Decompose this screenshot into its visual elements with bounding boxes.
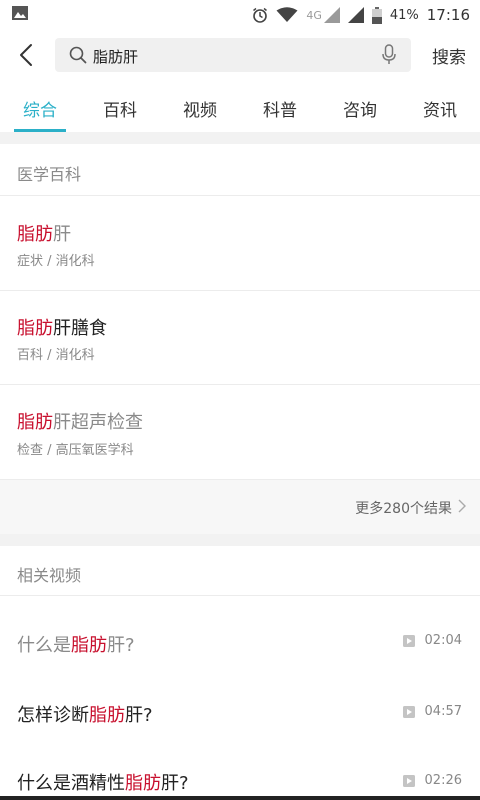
- title-pre: 什么是酒精性: [17, 773, 125, 794]
- back-arrow-icon[interactable]: [14, 40, 40, 70]
- chevron-right-icon: [458, 499, 466, 513]
- tab-consult[interactable]: 咨询: [343, 96, 377, 121]
- divider: [0, 290, 480, 291]
- title-rest: 肝膳食: [53, 318, 107, 339]
- video-meta: 02:04: [402, 633, 462, 648]
- more-results-label: 更多280个结果: [355, 501, 452, 517]
- tab-news[interactable]: 资讯: [423, 96, 457, 121]
- item-title: 脂肪肝膳食: [17, 314, 107, 340]
- search-button[interactable]: 搜索: [432, 43, 466, 68]
- videos-section-title: 相关视频: [17, 566, 82, 585]
- tab-encyclopedia[interactable]: 百科: [103, 96, 137, 121]
- item-category: 症状 / 消化科: [17, 254, 95, 269]
- title-pre: 什么是: [17, 635, 71, 656]
- battery-percent: 41%: [389, 7, 419, 23]
- video-meta: 02:26: [402, 773, 462, 788]
- microphone-icon[interactable]: [381, 44, 397, 66]
- item-title: 脂肪肝超声检查: [17, 408, 143, 434]
- section-separator: [0, 132, 480, 144]
- signal-icon-1: [323, 7, 340, 23]
- encyclopedia-section-title: 医学百科: [17, 165, 82, 184]
- highlight-text: 脂肪: [71, 635, 107, 656]
- title-rest: 肝: [53, 224, 71, 245]
- video-title: 怎样诊断脂肪肝?: [17, 701, 153, 727]
- divider: [0, 195, 480, 196]
- image-notification-icon: [12, 6, 28, 20]
- highlight-text: 脂肪: [17, 224, 53, 245]
- network-type-label: 4G: [306, 8, 322, 22]
- video-title: 什么是脂肪肝?: [17, 631, 135, 657]
- play-icon: [402, 705, 415, 718]
- title-pre: 怎样诊断: [17, 705, 89, 726]
- clock: 17:16: [426, 6, 470, 24]
- search-header: 脂肪肝 搜索: [0, 30, 480, 80]
- divider: [0, 595, 480, 596]
- video-title: 什么是酒精性脂肪肝?: [17, 769, 189, 795]
- search-query-text: 脂肪肝: [93, 48, 139, 66]
- video-duration: 02:26: [424, 773, 462, 788]
- battery-icon: [371, 6, 382, 24]
- tab-science[interactable]: 科普: [263, 96, 297, 121]
- play-icon: [402, 634, 415, 647]
- more-results-link[interactable]: 更多280个结果: [0, 480, 480, 534]
- highlight-text: 脂肪: [89, 705, 125, 726]
- category-tabs: 综合 百科 视频 科普 咨询 资讯: [0, 84, 480, 132]
- video-meta: 04:57: [402, 704, 462, 719]
- signal-icon-2: [347, 7, 364, 23]
- item-category: 百科 / 消化科: [17, 348, 95, 363]
- video-duration: 02:04: [424, 633, 462, 648]
- search-icon: [69, 46, 87, 64]
- divider: [0, 384, 480, 385]
- tab-comprehensive[interactable]: 综合: [23, 96, 57, 121]
- highlight-text: 脂肪: [17, 412, 53, 433]
- title-post: 肝?: [125, 705, 153, 726]
- item-title: 脂肪肝: [17, 220, 71, 246]
- tab-video[interactable]: 视频: [183, 96, 217, 121]
- item-category: 检查 / 高压氧医学科: [17, 443, 134, 458]
- wifi-icon: [276, 7, 298, 22]
- play-icon: [402, 774, 415, 787]
- title-post: 肝?: [107, 635, 135, 656]
- highlight-text: 脂肪: [125, 773, 161, 794]
- status-bar: 4G 41% 17:16: [0, 0, 480, 30]
- title-post: 肝?: [161, 773, 189, 794]
- bottom-edge-bar: [0, 796, 480, 800]
- title-rest: 肝超声检查: [53, 412, 143, 433]
- alarm-icon: [253, 7, 268, 23]
- section-separator: [0, 534, 480, 546]
- video-duration: 04:57: [424, 704, 462, 719]
- search-input[interactable]: 脂肪肝: [55, 38, 411, 72]
- highlight-text: 脂肪: [17, 318, 53, 339]
